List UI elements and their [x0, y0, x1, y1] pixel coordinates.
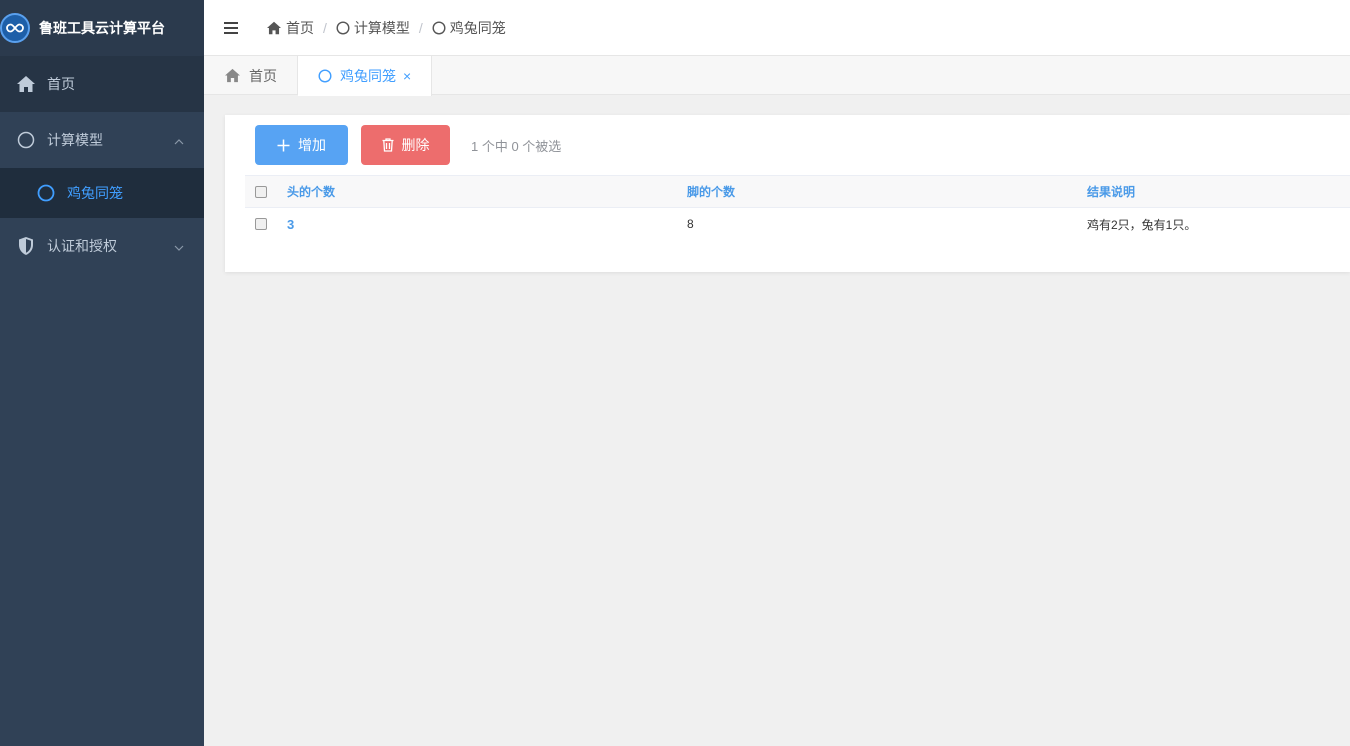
column-header-feet[interactable]: 脚的个数: [687, 183, 1087, 200]
breadcrumb-item-home[interactable]: 首页: [266, 18, 314, 38]
tabs-bar: 首页 鸡兔同笼 ×: [204, 56, 1350, 96]
row-checkbox[interactable]: [255, 218, 267, 230]
chevron-down-icon: [174, 238, 184, 254]
infinity-logo-icon: [0, 13, 30, 43]
sidebar-item-compute-model[interactable]: 计算模型: [0, 112, 204, 168]
sidebar: 鲁班工具云计算平台 首页 计算模型 鸡兔同笼 认证和授权: [0, 0, 204, 746]
cell-result: 鸡有2只，兔有1只。: [1087, 217, 1197, 232]
sidebar-item-auth[interactable]: 认证和授权: [0, 218, 204, 274]
tab-label: 鸡兔同笼: [340, 68, 396, 84]
selection-info: 1 个中 0 个被选: [471, 138, 562, 154]
circle-icon: [318, 69, 332, 83]
sidebar-item-home[interactable]: 首页: [0, 56, 204, 112]
add-button-label: 增加: [298, 137, 326, 153]
select-all-checkbox[interactable]: [255, 185, 267, 198]
toolbar: 增加 删除 1 个中 0 个被选: [255, 125, 561, 165]
circle-icon: [16, 130, 36, 150]
hamburger-menu-icon[interactable]: [224, 19, 242, 37]
tab-chicken-rabbit[interactable]: 鸡兔同笼 ×: [298, 56, 433, 96]
close-icon[interactable]: ×: [403, 68, 411, 84]
app-title: 鲁班工具云计算平台: [39, 20, 165, 36]
delete-button[interactable]: 删除: [361, 125, 450, 165]
home-icon: [267, 21, 281, 34]
breadcrumb-item-chicken-rabbit: 鸡兔同笼: [432, 18, 506, 38]
top-navbar: 首页 / 计算模型 / 鸡兔同笼: [204, 0, 1350, 56]
home-icon: [16, 74, 36, 94]
tab-label: 首页: [249, 67, 277, 84]
breadcrumb-item-compute-model[interactable]: 计算模型: [336, 18, 410, 38]
chevron-up-icon: [174, 132, 184, 148]
delete-button-label: 删除: [401, 137, 430, 153]
add-button[interactable]: 增加: [255, 125, 348, 165]
sidebar-item-label: 认证和授权: [47, 238, 117, 254]
breadcrumb-label: 鸡兔同笼: [449, 19, 506, 36]
breadcrumb-label: 首页: [286, 19, 314, 36]
sidebar-item-label: 首页: [47, 76, 75, 92]
table-row: 3 8 鸡有2只，兔有1只。: [245, 208, 1350, 240]
sidebar-item-label: 计算模型: [47, 132, 103, 148]
sidebar-item-chicken-rabbit[interactable]: 鸡兔同笼: [0, 168, 204, 218]
breadcrumb: 首页 / 计算模型 / 鸡兔同笼: [266, 18, 506, 38]
breadcrumb-label: 计算模型: [353, 19, 410, 36]
plus-icon: [277, 139, 290, 151]
tab-home[interactable]: 首页: [204, 56, 298, 95]
result-table: 头的个数 脚的个数 结果说明 3 8 鸡有2只，兔有1只。: [245, 175, 1350, 240]
circle-icon: [432, 20, 446, 35]
cell-feet: 8: [687, 217, 694, 231]
circle-icon: [36, 183, 56, 203]
breadcrumb-separator: /: [323, 19, 327, 36]
sidebar-item-label: 鸡兔同笼: [67, 185, 123, 201]
app-logo-bar[interactable]: 鲁班工具云计算平台: [0, 0, 204, 56]
content-card: 增加 删除 1 个中 0 个被选 头的个数 脚的个数 结果说明 3 8 鸡有2只…: [225, 115, 1350, 272]
breadcrumb-separator: /: [418, 19, 423, 36]
column-header-result[interactable]: 结果说明: [1087, 183, 1350, 200]
column-header-heads[interactable]: 头的个数: [287, 183, 687, 200]
circle-icon: [336, 20, 350, 35]
shield-icon: [16, 236, 36, 256]
home-icon: [225, 68, 240, 83]
trash-icon: [382, 138, 393, 152]
table-header: 头的个数 脚的个数 结果说明: [245, 175, 1350, 208]
cell-heads-link[interactable]: 3: [287, 217, 687, 232]
